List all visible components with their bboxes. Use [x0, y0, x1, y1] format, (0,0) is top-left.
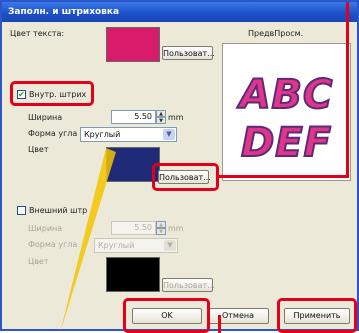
fill-and-stroke-dialog: Заполн. и штриховка Цвет текста: Пользов…	[0, 0, 359, 333]
pointer-arrow	[60, 148, 116, 333]
